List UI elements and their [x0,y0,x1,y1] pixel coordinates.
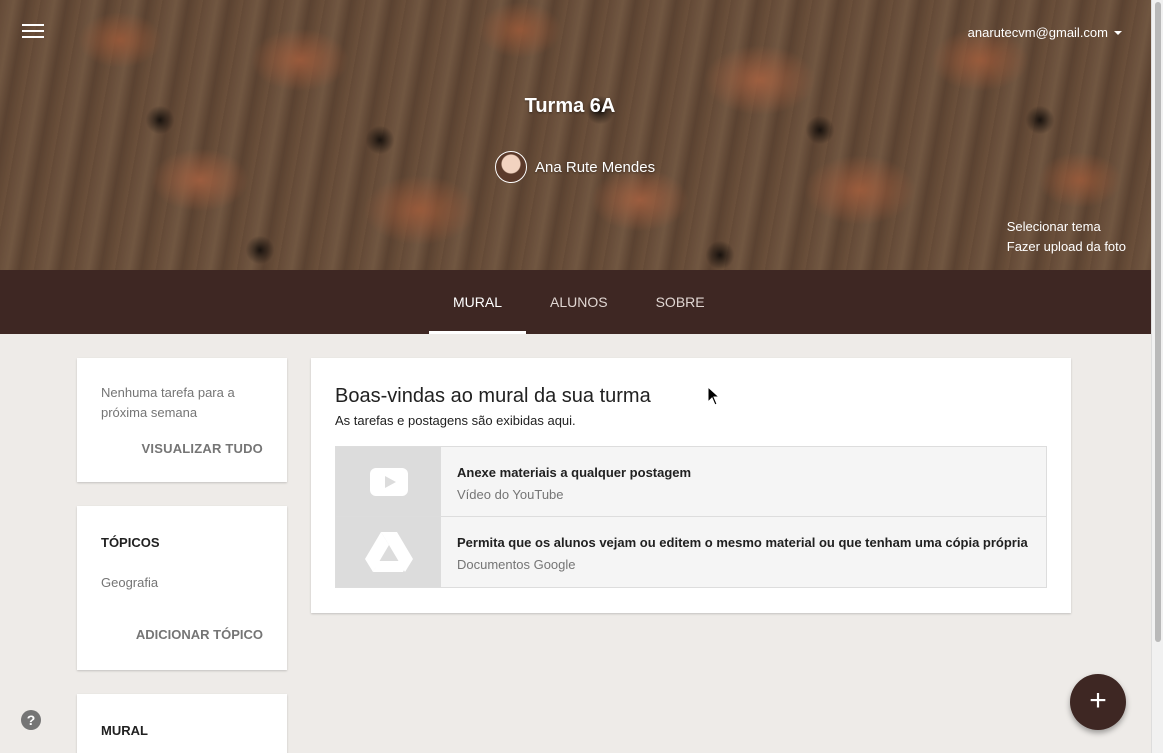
teacher-avatar [495,151,527,183]
welcome-card: Boas-vindas ao mural da sua turma As tar… [311,358,1071,613]
upload-photo-link[interactable]: Fazer upload da foto [1007,237,1126,257]
attachment-thumb [336,447,441,516]
mural-title: MURAL [101,723,148,738]
account-email: anarutecvm@gmail.com [967,25,1108,40]
theme-links: Selecionar tema Fazer upload da foto [1007,217,1126,257]
class-header-banner: anarutecvm@gmail.com Turma 6A Ana Rute M… [0,0,1151,270]
select-theme-link[interactable]: Selecionar tema [1007,217,1126,237]
attachment-thumb [336,517,441,587]
tab-alunos[interactable]: ALUNOS [526,270,632,334]
page-scrollbar[interactable] [1151,0,1163,753]
attachment-source: Documentos Google [457,557,576,572]
teacher-name: Ana Rute Mendes [535,158,656,176]
attachment-drive[interactable]: Permita que os alunos vejam ou editem o … [335,517,1047,588]
attachment-youtube[interactable]: Anexe materiais a qualquer postagem Víde… [335,446,1047,517]
topics-title: TÓPICOS [101,535,160,550]
mural-card: MURAL [77,694,287,753]
tab-bar: MURAL ALUNOS SOBRE [0,270,1151,334]
teacher-info: Ana Rute Mendes [495,151,655,183]
attachment-title: Permita que os alunos vejam ou editem o … [457,535,1028,550]
welcome-subtitle: As tarefas e postagens são exibidas aqui… [335,413,576,428]
youtube-icon [369,467,408,496]
topics-card: TÓPICOS Geografia ADICIONAR TÓPICO [77,506,287,670]
add-topic-button[interactable]: ADICIONAR TÓPICO [136,627,263,642]
topic-item[interactable]: Geografia [101,575,158,590]
attachment-title: Anexe materiais a qualquer postagem [457,465,692,480]
upcoming-card: Nenhuma tarefa para a próxima semana VIS… [77,358,287,482]
caret-down-icon [1114,30,1122,35]
mouse-cursor-icon [707,386,721,406]
view-all-button[interactable]: VISUALIZAR TUDO [142,441,263,456]
create-post-button[interactable]: + [1070,674,1126,730]
tab-mural[interactable]: MURAL [429,270,527,334]
menu-icon[interactable] [22,24,44,40]
drive-icon [364,532,413,572]
scrollbar-thumb[interactable] [1155,2,1161,642]
attachment-source: Vídeo do YouTube [457,487,564,502]
upcoming-message: Nenhuma tarefa para a próxima semana [101,385,235,420]
help-icon[interactable]: ? [21,710,41,730]
welcome-title: Boas-vindas ao mural da sua turma [335,385,651,407]
class-title: Turma 6A [524,95,616,117]
tab-sobre[interactable]: SOBRE [632,270,729,334]
account-switcher[interactable]: anarutecvm@gmail.com [968,25,1122,40]
